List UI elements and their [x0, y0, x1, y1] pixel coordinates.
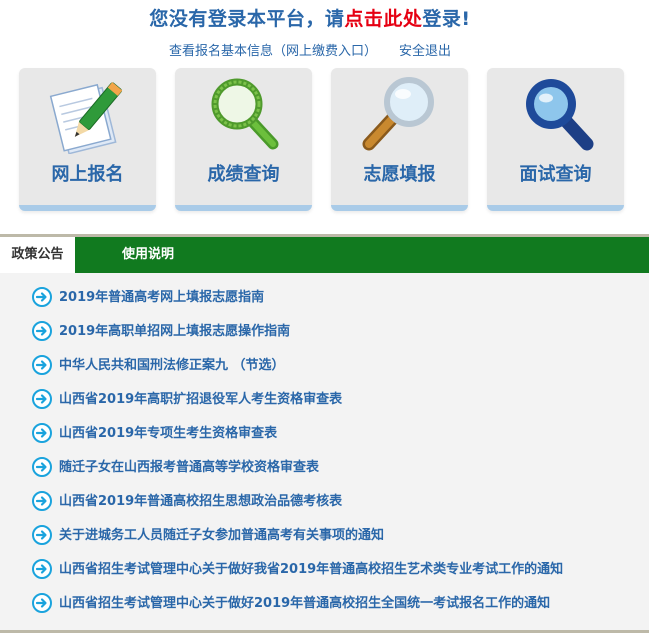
login-prompt: 您没有登录本平台，请点击此处登录! [0, 4, 620, 31]
tab-policy[interactable]: 政策公告 [0, 237, 75, 275]
tile-volunteer-filling[interactable]: 志愿填报 [331, 68, 468, 211]
pencil-paper-icon [49, 82, 123, 154]
tile-score-query[interactable]: 成绩查询 [175, 68, 312, 211]
notice-title: 中华人民共和国刑法修正案九 （节选） [59, 358, 285, 373]
arrow-right-icon [32, 388, 52, 409]
arrow-right-icon [32, 286, 52, 307]
tile-label: 志愿填报 [363, 164, 436, 185]
tile-interview-query[interactable]: 面试查询 [487, 68, 624, 211]
notice-list: 2019年普通高考网上填报志愿指南 2019年高职单招网上填报志愿操作指南 中华人民… [0, 273, 649, 633]
notice-title: 2019年高职单招网上填报志愿操作指南 [59, 324, 291, 339]
notice-item[interactable]: 山西省招生考试管理中心关于做好2019年普通高校招生全国统一考试报名工作的通知 [32, 592, 551, 615]
notice-item[interactable]: 山西省招生考试管理中心关于做好我省2019年普通高校招生艺术类专业考试工作的通知 [32, 558, 564, 581]
notice-item[interactable]: 2019年高职单招网上填报志愿操作指南 [32, 320, 291, 343]
notice-item[interactable]: 关于进城务工人员随迁子女参加普通高考有关事项的通知 [32, 524, 385, 547]
tab-instructions[interactable]: 使用说明 [122, 237, 174, 273]
view-registration-info-link[interactable]: 查看报名基本信息（网上缴费入口） [169, 44, 377, 59]
notice-item[interactable]: 山西省2019年专项生考生资格审查表 [32, 422, 278, 445]
arrow-right-icon [32, 422, 52, 443]
login-prompt-suffix: 登录! [422, 8, 471, 30]
arrow-right-icon [32, 592, 52, 613]
arrow-right-icon [32, 456, 52, 477]
header-links: 查看报名基本信息（网上缴费入口） 安全退出 [0, 40, 620, 59]
notice-item[interactable]: 随迁子女在山西报考普通高等学校资格审查表 [32, 456, 320, 479]
tile-label: 面试查询 [519, 164, 592, 185]
notice-item[interactable]: 山西省2019年高职扩招退役军人考生资格审查表 [32, 388, 343, 411]
notice-title: 山西省2019年高职扩招退役军人考生资格审查表 [59, 392, 343, 407]
login-link[interactable]: 点击此处 [344, 8, 422, 30]
function-tiles: 网上报名 成绩查询 志愿填报 面试查询 [19, 68, 629, 213]
tile-label: 网上报名 [51, 164, 124, 185]
logout-link[interactable]: 安全退出 [399, 44, 451, 59]
arrow-right-icon [32, 558, 52, 579]
arrow-right-icon [32, 320, 52, 341]
notice-title: 关于进城务工人员随迁子女参加普通高考有关事项的通知 [59, 528, 385, 543]
notice-title: 2019年普通高考网上填报志愿指南 [59, 290, 265, 305]
login-prompt-prefix: 您没有登录本平台，请 [149, 8, 345, 30]
notice-title: 随迁子女在山西报考普通高等学校资格审查表 [59, 460, 320, 475]
green-magnifier-icon [211, 78, 279, 150]
wooden-magnifier-icon [362, 77, 434, 151]
notice-item[interactable]: 山西省2019年普通高校招生思想政治品德考核表 [32, 490, 343, 513]
blue-magnifier-icon [526, 79, 594, 151]
notice-item[interactable]: 中华人民共和国刑法修正案九 （节选） [32, 354, 285, 377]
arrow-right-icon [32, 490, 52, 511]
arrow-right-icon [32, 354, 52, 375]
notice-title: 山西省招生考试管理中心关于做好我省2019年普通高校招生艺术类专业考试工作的通知 [59, 562, 564, 577]
arrow-right-icon [32, 524, 52, 545]
notice-title: 山西省招生考试管理中心关于做好2019年普通高校招生全国统一考试报名工作的通知 [59, 596, 551, 611]
notice-tab-bar: 政策公告 使用说明 [0, 234, 649, 275]
notice-item[interactable]: 2019年普通高考网上填报志愿指南 [32, 286, 265, 309]
tile-online-registration[interactable]: 网上报名 [19, 68, 156, 211]
notice-title: 山西省2019年专项生考生资格审查表 [59, 426, 278, 441]
notice-title: 山西省2019年普通高校招生思想政治品德考核表 [59, 494, 343, 509]
tile-label: 成绩查询 [207, 164, 280, 185]
